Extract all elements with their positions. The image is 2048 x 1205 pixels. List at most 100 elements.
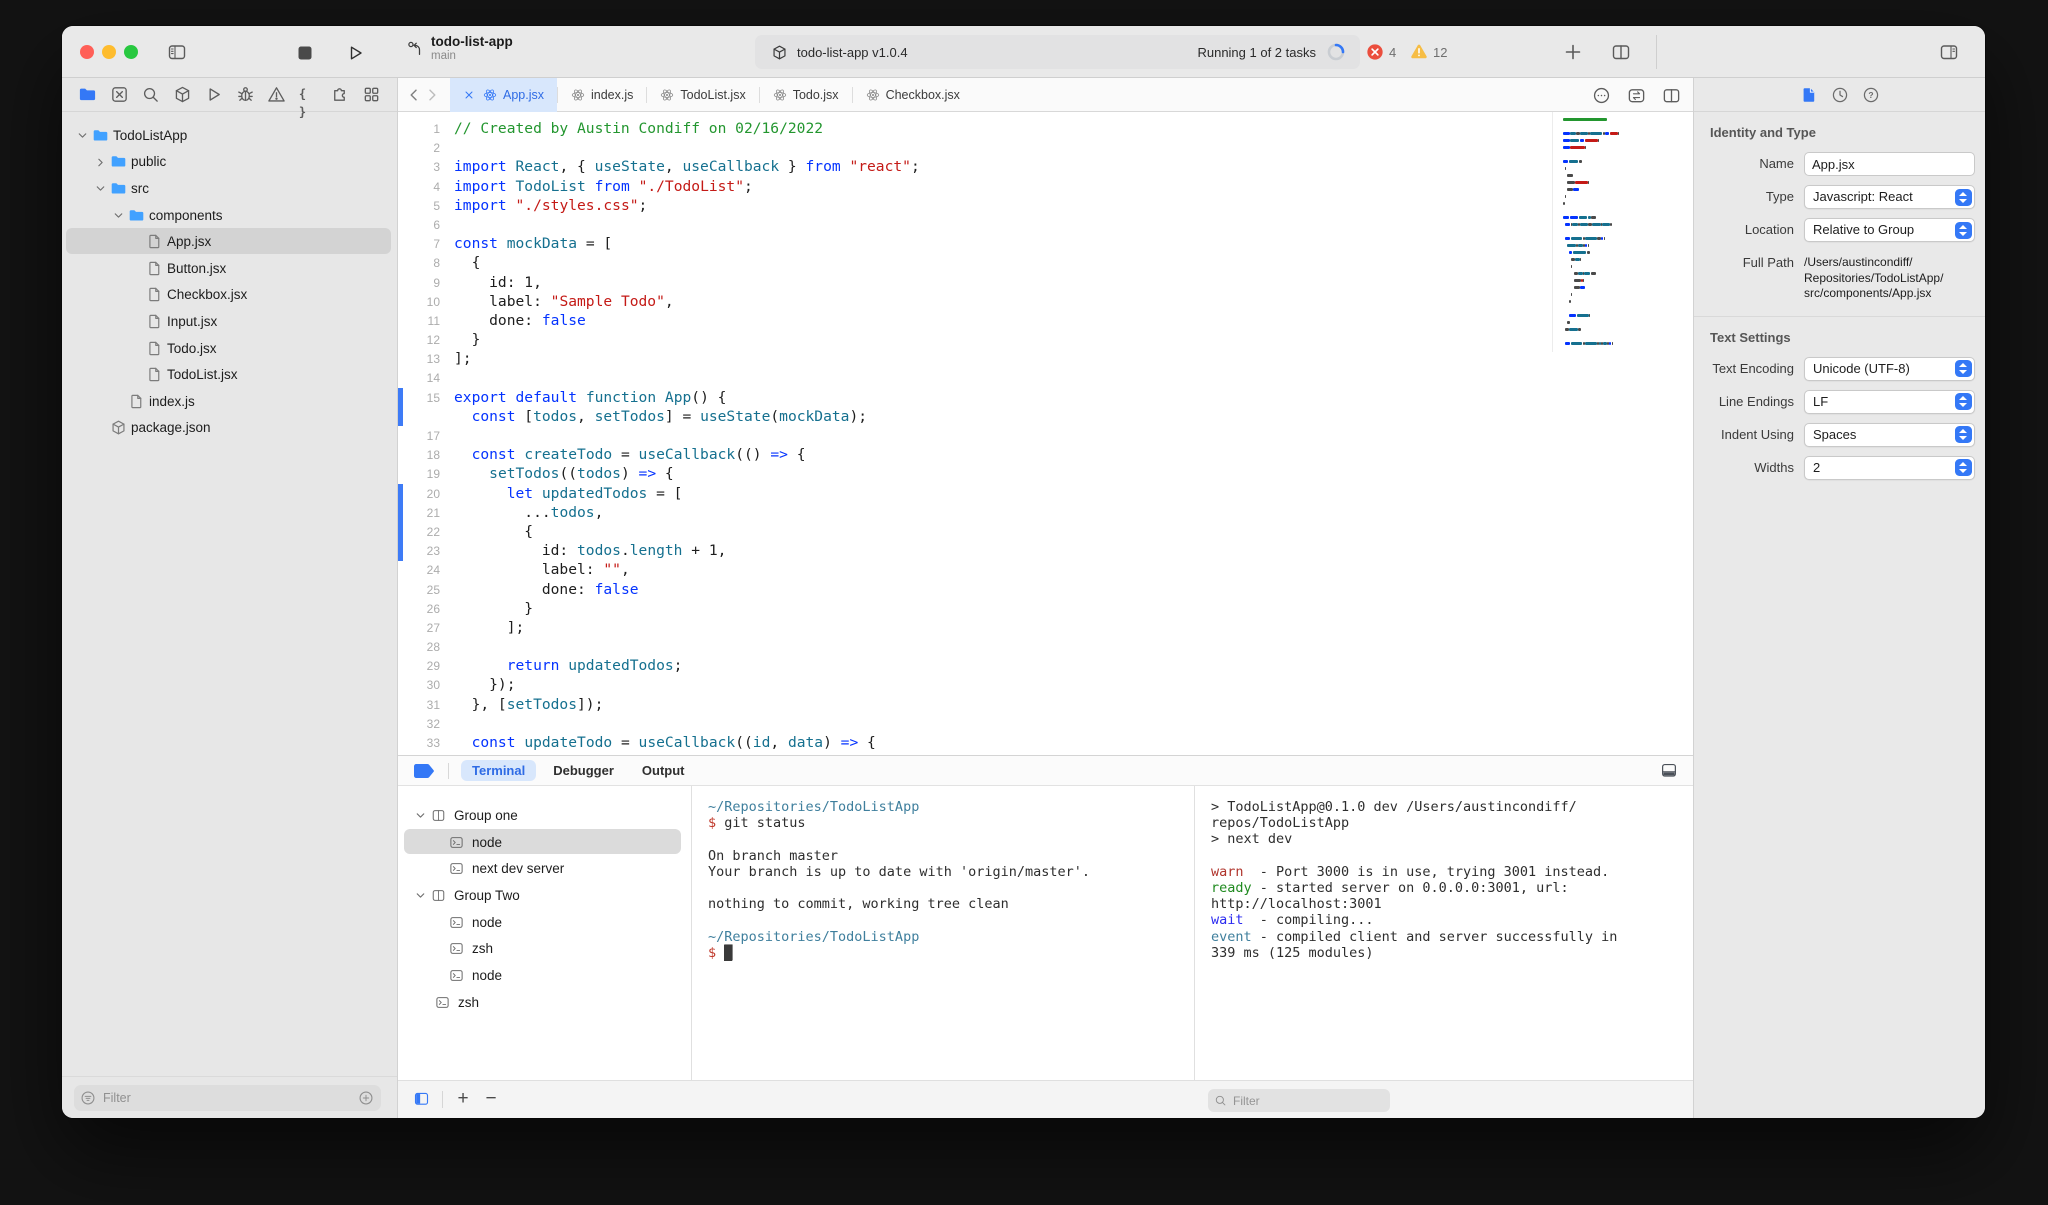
tree-item-index-js[interactable]: index.js <box>62 388 397 415</box>
tab-app-jsx[interactable]: App.jsx <box>450 77 557 112</box>
stepper-icon[interactable] <box>1954 360 1972 377</box>
extensions-navigator-icon[interactable] <box>330 85 349 104</box>
bug-navigator-icon[interactable] <box>236 85 255 104</box>
panel-tab-terminal[interactable]: Terminal <box>461 760 537 781</box>
toggle-sessions-icon[interactable] <box>412 1091 431 1107</box>
package-navigator-icon[interactable] <box>173 85 192 104</box>
run-navigator-icon[interactable] <box>204 85 223 104</box>
panel-tab-output[interactable]: Output <box>631 760 696 781</box>
tree-item-src[interactable]: src <box>62 175 397 202</box>
status-bar[interactable]: todo-list-app v1.0.4 Running 1 of 2 task… <box>755 35 1360 69</box>
search-navigator-icon[interactable] <box>141 85 160 104</box>
toggle-inspector-icon[interactable] <box>1938 42 1960 62</box>
issues-navigator-icon[interactable] <box>267 85 286 104</box>
stop-icon[interactable] <box>294 43 316 63</box>
code-editor[interactable]: 1 // Created by Austin Condiff on 02/16/2… <box>398 112 1693 755</box>
session-item-node[interactable]: node <box>398 828 691 856</box>
warning-badge-icon[interactable] <box>1410 43 1428 61</box>
tab-todo-jsx[interactable]: Todo.jsx <box>760 78 852 112</box>
history-inspector-icon[interactable] <box>1831 86 1849 104</box>
stepper-icon[interactable] <box>1954 393 1972 410</box>
session-item-group-two[interactable]: Group Two <box>398 882 691 909</box>
add-filter-icon[interactable] <box>358 1090 374 1106</box>
type-select[interactable]: Javascript: React <box>1804 185 1975 209</box>
tree-item-todolist-jsx[interactable]: TodoList.jsx <box>62 361 397 388</box>
add-icon[interactable] <box>1562 42 1584 62</box>
close-window-button[interactable] <box>80 45 94 59</box>
close-icon[interactable] <box>463 89 475 101</box>
run-icon[interactable] <box>344 43 366 63</box>
chevron-down-icon[interactable] <box>112 208 128 222</box>
stepper-icon[interactable] <box>1954 459 1972 476</box>
back-icon[interactable] <box>406 87 422 103</box>
session-item-zsh[interactable]: zsh <box>398 989 691 1016</box>
terminal-shell-right[interactable]: > TodoListApp@0.1.0 dev /Users/austincon… <box>1195 786 1693 1081</box>
file-inspector-icon[interactable] <box>1800 86 1818 104</box>
chevron-down-icon[interactable] <box>414 888 430 902</box>
minimize-window-button[interactable] <box>102 45 116 59</box>
split-vertical-icon[interactable] <box>1662 86 1681 105</box>
symbols-navigator-icon[interactable]: { } <box>299 85 318 119</box>
stepper-icon[interactable] <box>1954 221 1972 239</box>
error-badge-icon[interactable] <box>1366 43 1384 61</box>
sidebar-filter-input[interactable] <box>101 1090 358 1106</box>
widths-select[interactable]: 2 <box>1804 455 1975 480</box>
tab-checkbox-jsx[interactable]: Checkbox.jsx <box>853 78 973 112</box>
collapse-panel-icon[interactable] <box>1659 762 1679 779</box>
file-name: index.js <box>149 393 195 409</box>
stepper-icon[interactable] <box>1954 188 1972 206</box>
code-line: 32 <box>398 714 1693 733</box>
name-field[interactable] <box>1804 152 1975 176</box>
terminal-filter-input[interactable] <box>1231 1092 1390 1109</box>
tab-index-js[interactable]: index.js <box>558 78 646 112</box>
help-inspector-icon[interactable]: ? <box>1862 86 1880 104</box>
chevron-down-icon[interactable] <box>94 181 110 195</box>
project-navigator-icon[interactable] <box>78 85 97 104</box>
session-item-node[interactable]: node <box>398 962 691 989</box>
minimap-line <box>1563 314 1678 317</box>
source-control-navigator-icon[interactable] <box>110 85 129 104</box>
zoom-window-button[interactable] <box>124 45 138 59</box>
tree-item-todo-jsx[interactable]: Todo.jsx <box>62 335 397 362</box>
tree-item-package-json[interactable]: package.json <box>62 415 397 442</box>
sidebar-filter-field[interactable] <box>74 1085 381 1111</box>
tree-item-checkbox-jsx[interactable]: Checkbox.jsx <box>62 282 397 309</box>
terminal-shell-left[interactable]: ~/Repositories/TodoListApp $ git status O… <box>692 786 1195 1081</box>
overview-navigator-icon[interactable] <box>362 85 381 104</box>
tree-item-app-jsx[interactable]: App.jsx <box>62 228 397 255</box>
forward-icon[interactable] <box>424 87 440 103</box>
add-terminal-button[interactable]: + <box>452 1085 474 1113</box>
chevron-down-icon[interactable] <box>414 808 430 822</box>
tab-todolist-jsx[interactable]: TodoList.jsx <box>647 78 758 112</box>
session-item-next-dev-server[interactable]: next dev server <box>398 855 691 882</box>
location-select[interactable]: Relative to Group <box>1804 218 1975 242</box>
chevron-down-icon[interactable] <box>76 128 92 142</box>
split-editor-icon[interactable] <box>1610 42 1632 62</box>
panel-tag-icon[interactable] <box>412 763 436 779</box>
text-encoding-select[interactable]: Unicode (UTF-8) <box>1804 356 1975 381</box>
tree-item-todolistapp[interactable]: TodoListApp <box>62 122 397 149</box>
session-item-group-one[interactable]: Group one <box>398 802 691 829</box>
tree-item-button-jsx[interactable]: Button.jsx <box>62 255 397 282</box>
session-item-zsh[interactable]: zsh <box>398 935 691 962</box>
minimap[interactable] <box>1552 112 1688 352</box>
indent-using-select[interactable]: Spaces <box>1804 422 1975 447</box>
panel-tab-debugger[interactable]: Debugger <box>542 760 625 781</box>
tree-item-input-jsx[interactable]: Input.jsx <box>62 308 397 335</box>
terminal-filter-field[interactable] <box>1208 1089 1390 1112</box>
line-endings-select[interactable]: LF <box>1804 389 1975 414</box>
more-options-icon[interactable] <box>1592 86 1611 105</box>
tree-item-public[interactable]: public <box>62 149 397 176</box>
file-name: TodoList.jsx <box>167 367 238 383</box>
tree-item-components[interactable]: components <box>62 202 397 229</box>
session-item-node[interactable]: node <box>398 909 691 936</box>
file-name: package.json <box>131 420 211 436</box>
stepper-icon[interactable] <box>1954 426 1972 443</box>
chevron-right-icon[interactable] <box>94 155 110 169</box>
related-files-icon[interactable] <box>1627 86 1646 105</box>
terminal-icon <box>448 835 465 850</box>
remove-terminal-button[interactable]: − <box>480 1085 502 1113</box>
sidebar-toggle-icon[interactable] <box>166 42 188 62</box>
